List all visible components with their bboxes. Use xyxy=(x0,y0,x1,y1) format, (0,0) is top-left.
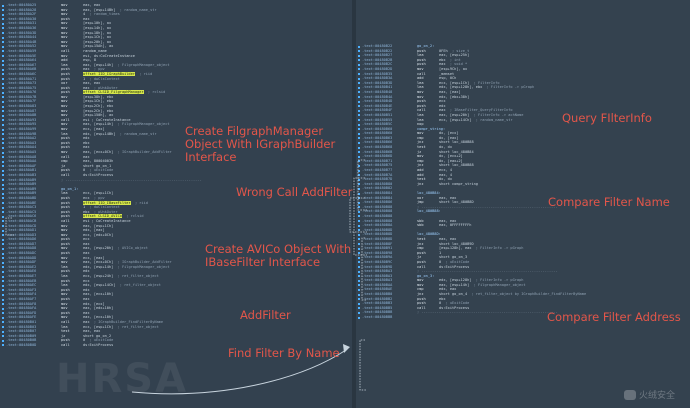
annotation-add-filter: AddFilter xyxy=(240,308,291,322)
annotation-compare-name: Compare Filter Name xyxy=(548,195,670,209)
annotation-compare-address: Compare Filter Address xyxy=(547,310,681,324)
watermark-logo: HRSA xyxy=(56,356,189,402)
annotation-create-avico: Create AVICo Object With IBaseFilter Int… xyxy=(205,242,352,269)
annotation-query-filter-info: Query FIlterInfo xyxy=(562,111,652,125)
annotation-find-filter: Find Filter By Name xyxy=(228,346,340,360)
watermark-brand: 火绒安全 xyxy=(624,388,675,401)
annotation-create-filtergraph: Create FilgraphManager Object With IGrap… xyxy=(185,124,336,164)
annotation-wrong-call: Wrong Call AddFilter xyxy=(236,185,353,199)
huorong-logo-icon xyxy=(624,389,636,400)
watermark-text: 火绒安全 xyxy=(639,391,676,401)
